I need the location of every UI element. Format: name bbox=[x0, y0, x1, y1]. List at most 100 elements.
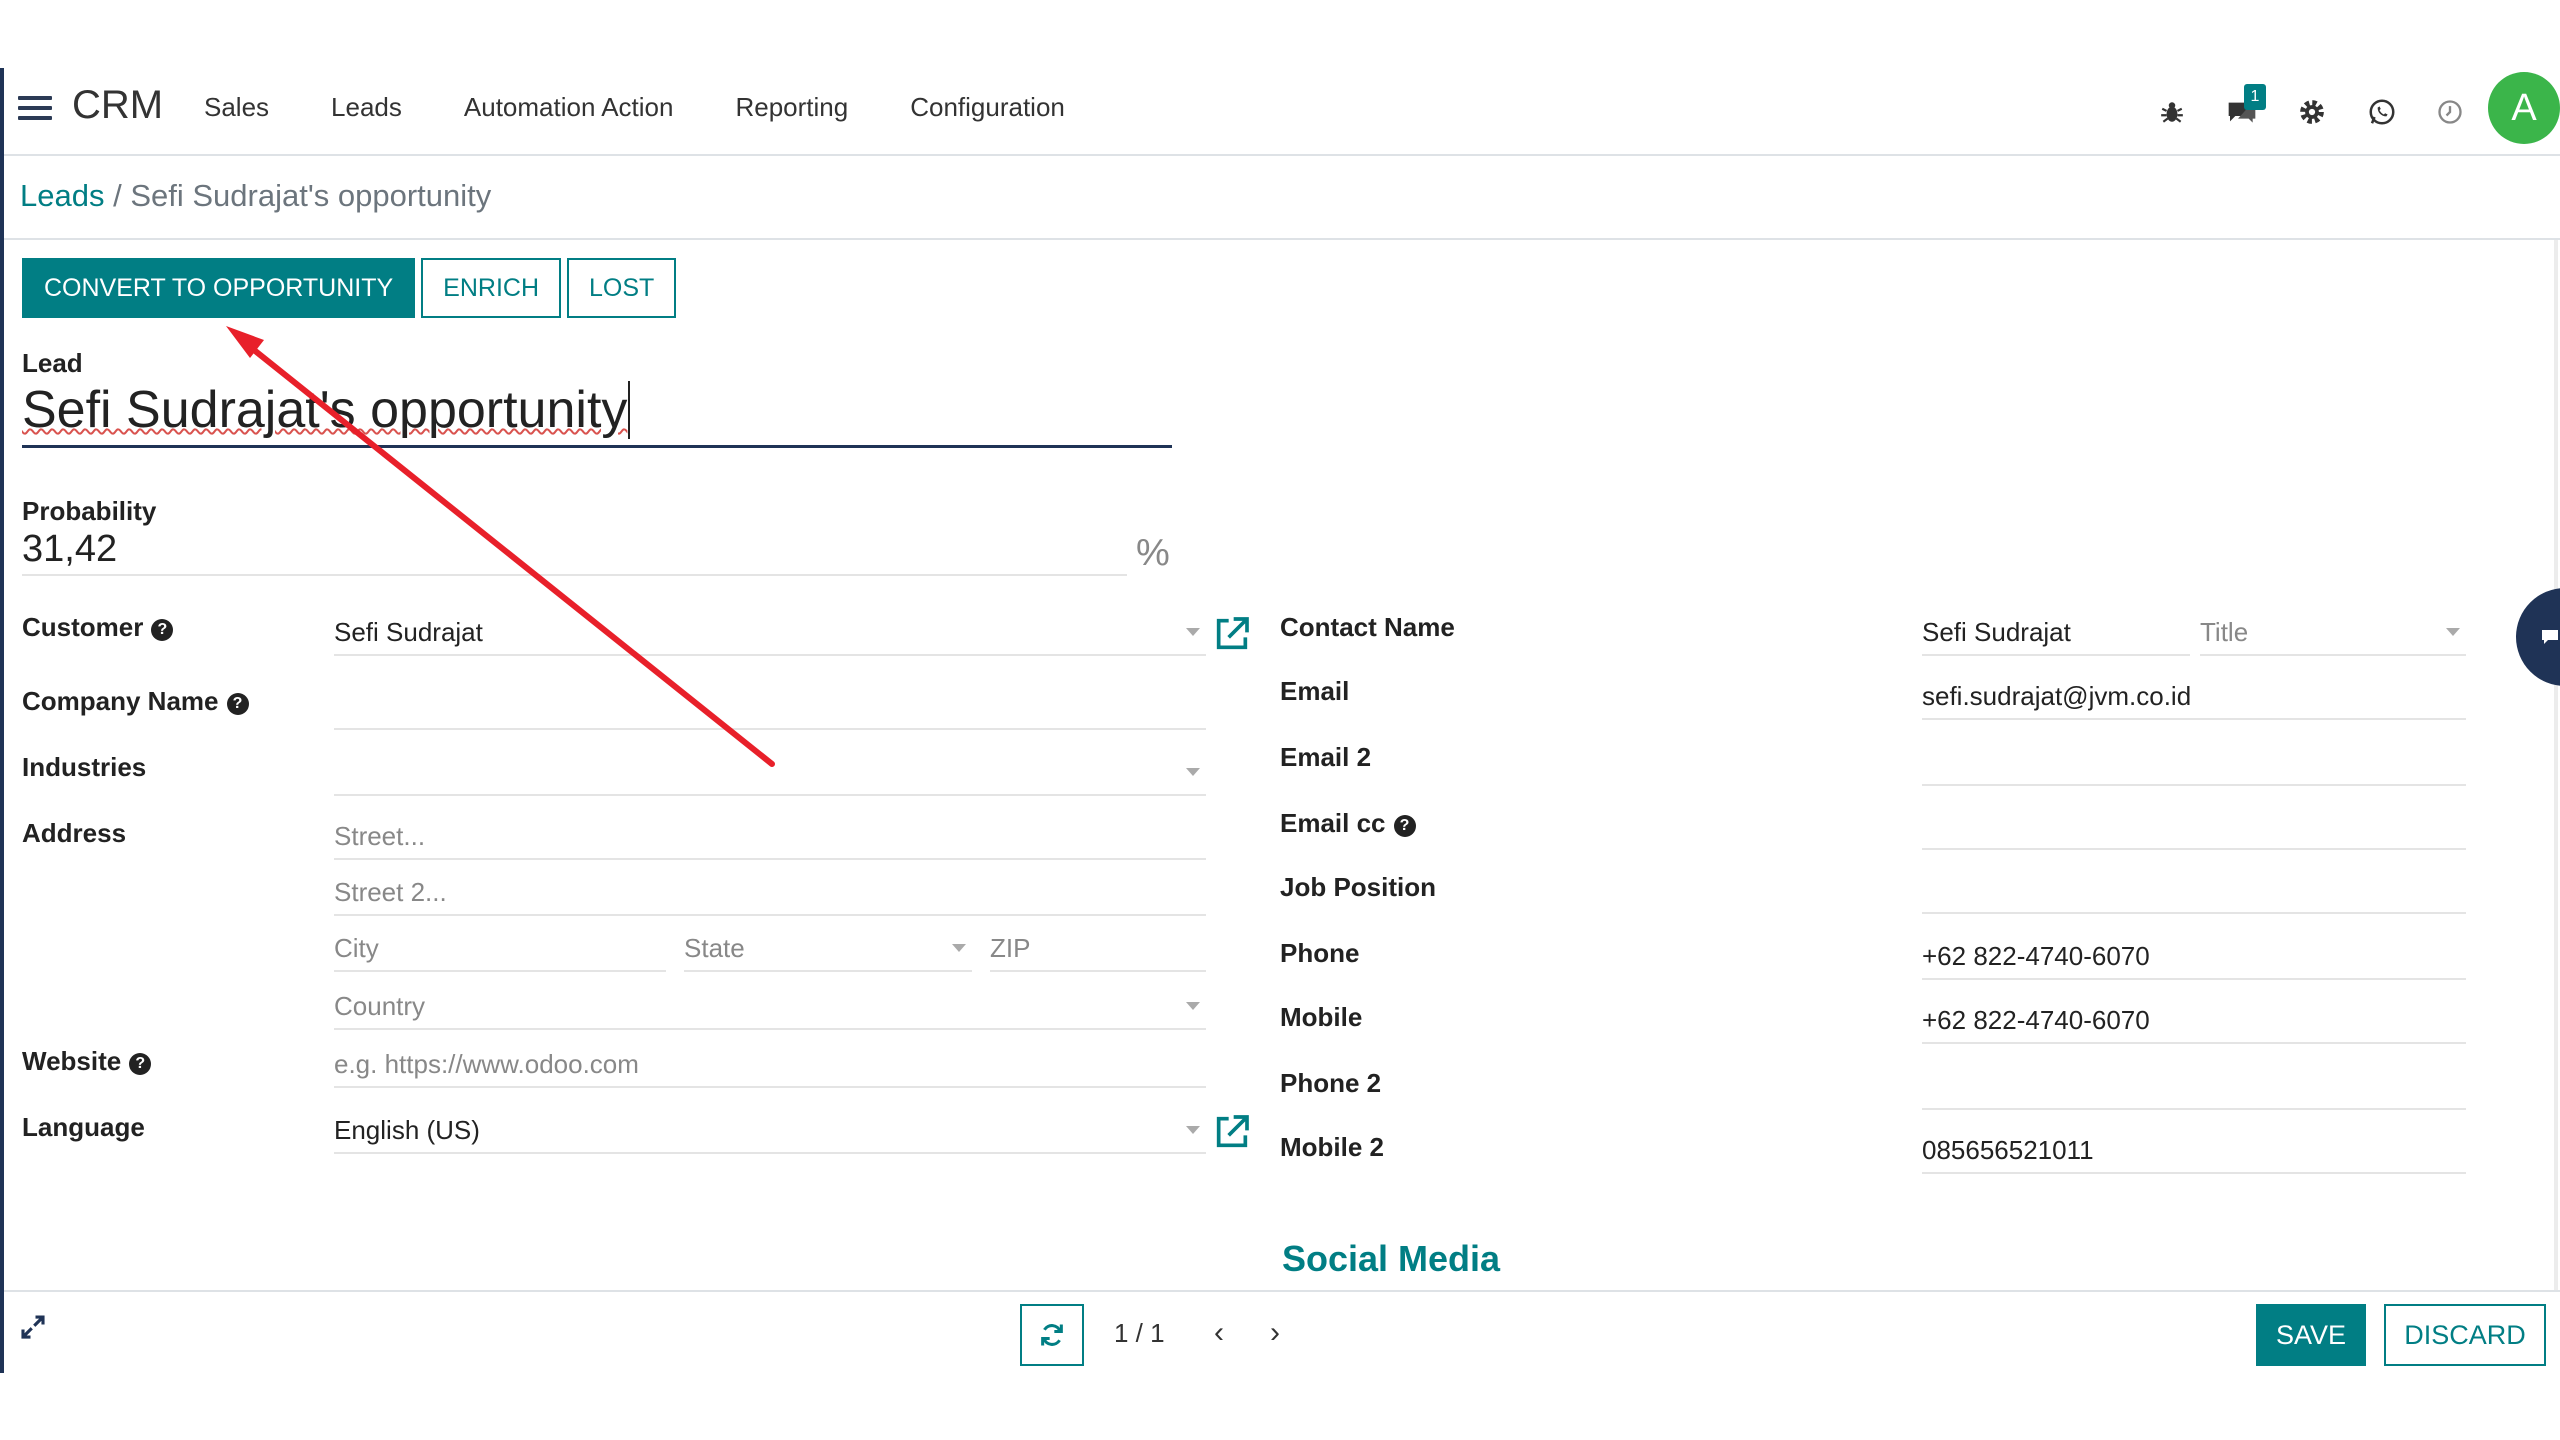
website-label-text: Website bbox=[22, 1046, 122, 1076]
menu-item-configuration[interactable]: Configuration bbox=[910, 92, 1065, 123]
email-cc-label: Email cc? bbox=[1280, 808, 1416, 839]
language-select[interactable]: English (US) bbox=[334, 1104, 1206, 1154]
phone-label: Phone bbox=[1280, 938, 1360, 968]
chevron-down-icon bbox=[1186, 1126, 1200, 1134]
email2-input[interactable] bbox=[1922, 736, 2466, 786]
app-brand[interactable]: CRM bbox=[72, 83, 163, 128]
email-cc-help-icon[interactable]: ? bbox=[1393, 815, 1416, 837]
company-name-label-text: Company Name bbox=[22, 686, 219, 716]
street-input[interactable]: Street... bbox=[334, 810, 1206, 860]
scrollbar[interactable] bbox=[2554, 240, 2558, 1290]
website-input[interactable]: e.g. https://www.odoo.com bbox=[334, 1038, 1206, 1088]
country-select[interactable]: Country bbox=[334, 980, 1206, 1030]
mobile-label: Mobile bbox=[1280, 1002, 1363, 1032]
street2-input[interactable]: Street 2... bbox=[334, 866, 1206, 916]
debug-bug-icon[interactable] bbox=[2150, 90, 2194, 134]
industries-label: Industries bbox=[22, 752, 147, 782]
app-window: CRM Sales Leads Automation Action Report… bbox=[0, 0, 2560, 1440]
breadcrumb: Leads / Sefi Sudrajat's opportunity bbox=[20, 178, 491, 214]
refresh-button[interactable] bbox=[1020, 1304, 1084, 1366]
email-input[interactable]: sefi.sudrajat@jvm.co.id bbox=[1922, 670, 2466, 720]
enrich-button[interactable]: ENRICH bbox=[421, 258, 561, 318]
language-value: English (US) bbox=[334, 1114, 480, 1145]
state-placeholder: State bbox=[684, 932, 745, 963]
save-button[interactable]: SAVE bbox=[2256, 1304, 2366, 1366]
phone2-label: Phone 2 bbox=[1280, 1068, 1382, 1098]
convert-to-opportunity-button[interactable]: CONVERT TO OPPORTUNITY bbox=[22, 258, 416, 318]
top-navbar: CRM Sales Leads Automation Action Report… bbox=[4, 68, 2560, 156]
website-help-icon[interactable]: ? bbox=[129, 1053, 152, 1075]
job-position-input[interactable] bbox=[1922, 864, 2466, 914]
bottom-action-bar: 1 / 1 ‹ › SAVE DISCARD bbox=[4, 1290, 2560, 1374]
chevron-down-icon bbox=[1186, 768, 1200, 776]
probability-label: Probability bbox=[22, 496, 157, 526]
control-panel-divider bbox=[4, 238, 2560, 240]
phone2-input[interactable] bbox=[1922, 1060, 2466, 1110]
chat-bubble-icon[interactable] bbox=[2516, 588, 2560, 686]
lost-button[interactable]: LOST bbox=[567, 258, 677, 318]
statusbar-buttons: CONVERT TO OPPORTUNITY ENRICH LOST bbox=[22, 258, 677, 318]
mobile-input[interactable]: +62 822-4740-6070 bbox=[1922, 994, 2466, 1044]
chevron-down-icon bbox=[952, 944, 966, 952]
discard-button[interactable]: DISCARD bbox=[2384, 1304, 2546, 1366]
menu-item-sales[interactable]: Sales bbox=[204, 92, 269, 123]
social-media-section-title: Social Media bbox=[1282, 1238, 1501, 1279]
messages-chat-icon[interactable]: 1 bbox=[2220, 84, 2266, 134]
mobile2-input[interactable]: 085656521011 bbox=[1922, 1124, 2466, 1174]
email-cc-label-text: Email cc bbox=[1280, 808, 1386, 838]
customer-external-link-icon[interactable] bbox=[1212, 614, 1252, 654]
hamburger-menu-icon[interactable] bbox=[18, 96, 52, 126]
industries-select[interactable] bbox=[334, 746, 1206, 796]
city-input[interactable]: City bbox=[334, 922, 666, 972]
expand-arrows-icon[interactable] bbox=[18, 1312, 48, 1342]
text-cursor bbox=[628, 381, 631, 439]
zip-input[interactable]: ZIP bbox=[990, 922, 1206, 972]
title-placeholder: Title bbox=[2200, 616, 2249, 647]
probability-input[interactable]: 31,42 bbox=[22, 528, 1127, 576]
contact-name-input[interactable]: Sefi Sudrajat bbox=[1922, 606, 2190, 656]
customer-value: Sefi Sudrajat bbox=[334, 616, 483, 647]
title-select[interactable]: Title bbox=[2200, 606, 2466, 656]
menu-item-leads[interactable]: Leads bbox=[331, 92, 402, 123]
language-label: Language bbox=[22, 1112, 145, 1142]
lead-label: Lead bbox=[22, 348, 83, 378]
pager-next-button[interactable]: › bbox=[1270, 1316, 1280, 1350]
address-label: Address bbox=[22, 818, 127, 848]
customer-help-icon[interactable]: ? bbox=[151, 619, 174, 641]
company-name-label: Company Name? bbox=[22, 686, 249, 717]
menu-item-automation-action[interactable]: Automation Action bbox=[464, 92, 674, 123]
user-avatar[interactable]: A bbox=[2488, 72, 2560, 144]
settings-gear-icon[interactable] bbox=[2290, 90, 2334, 134]
customer-label: Customer? bbox=[22, 612, 174, 643]
customer-label-text: Customer bbox=[22, 612, 144, 642]
customer-select[interactable]: Sefi Sudrajat bbox=[334, 606, 1206, 656]
probability-percent-suffix: % bbox=[1136, 532, 1170, 574]
email-cc-input[interactable] bbox=[1922, 800, 2466, 850]
language-external-link-icon[interactable] bbox=[1212, 1112, 1252, 1152]
email-label: Email bbox=[1280, 676, 1350, 706]
phone-input[interactable]: +62 822-4740-6070 bbox=[1922, 930, 2466, 980]
refresh-icon bbox=[1041, 1324, 1063, 1346]
messages-count-badge: 1 bbox=[2244, 84, 2266, 110]
lead-name-text: Sefi Sudrajat's opportunity bbox=[22, 381, 628, 439]
chevron-down-icon bbox=[1186, 1002, 1200, 1010]
pager-previous-button[interactable]: ‹ bbox=[1214, 1316, 1224, 1350]
state-select[interactable]: State bbox=[684, 922, 972, 972]
breadcrumb-leads-link[interactable]: Leads bbox=[20, 178, 104, 213]
contact-name-label: Contact Name bbox=[1280, 612, 1455, 642]
website-label: Website? bbox=[22, 1046, 152, 1077]
company-name-input[interactable] bbox=[334, 680, 1206, 730]
left-edge-bar bbox=[0, 68, 4, 1373]
chevron-down-icon bbox=[2446, 628, 2460, 636]
lead-name-input[interactable]: Sefi Sudrajat's opportunity bbox=[22, 380, 1172, 448]
pager-value[interactable]: 1 / 1 bbox=[1114, 1318, 1165, 1349]
breadcrumb-separator: / bbox=[113, 178, 122, 213]
main-menu: Sales Leads Automation Action Reporting … bbox=[204, 92, 1065, 123]
email2-label: Email 2 bbox=[1280, 742, 1372, 772]
breadcrumb-current: Sefi Sudrajat's opportunity bbox=[130, 178, 492, 213]
menu-item-reporting[interactable]: Reporting bbox=[735, 92, 848, 123]
activity-clock-icon[interactable] bbox=[2428, 90, 2472, 134]
company-name-help-icon[interactable]: ? bbox=[226, 693, 249, 715]
whatsapp-icon[interactable] bbox=[2360, 90, 2404, 134]
mobile2-label: Mobile 2 bbox=[1280, 1132, 1385, 1162]
